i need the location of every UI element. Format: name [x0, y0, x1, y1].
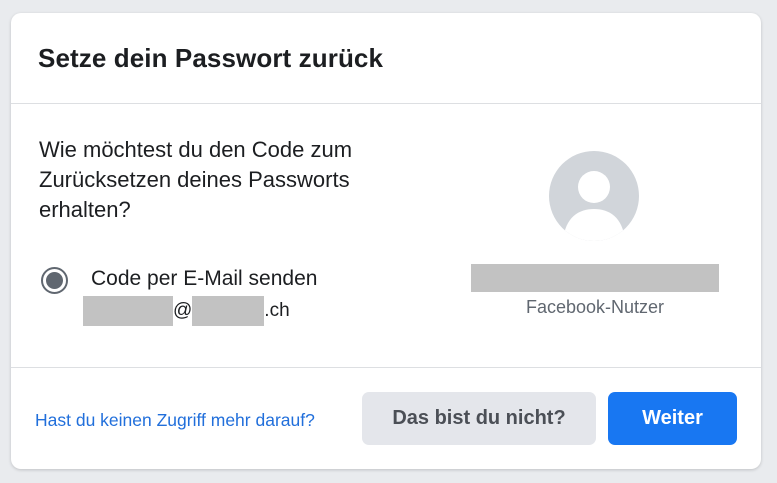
reset-password-dialog: Setze dein Passwort zurück Wie möchtest …	[11, 13, 761, 469]
email-option[interactable]: Code per E-Mail senden	[41, 265, 317, 294]
dialog-body: Wie möchtest du den Code zum Zurücksetze…	[11, 104, 761, 368]
no-access-link[interactable]: Hast du keinen Zugriff mehr darauf?	[35, 410, 315, 431]
email-redaction-local	[83, 296, 173, 326]
user-label: Facebook-Nutzer	[525, 297, 665, 317]
user-name-redaction	[471, 264, 719, 292]
email-redaction-domain	[192, 296, 265, 326]
not-you-button[interactable]: Das bist du nicht?	[362, 392, 596, 445]
dialog-footer: Hast du keinen Zugriff mehr darauf? Das …	[11, 368, 761, 469]
email-suffix: .ch	[264, 300, 290, 321]
radio-selected-dot	[46, 272, 63, 289]
continue-button[interactable]: Weiter	[608, 392, 737, 445]
masked-email: @ .ch	[83, 296, 290, 326]
email-radio-button[interactable]	[41, 267, 68, 294]
email-at-sign: @	[173, 300, 193, 321]
dialog-title: Setze dein Passwort zurück	[38, 42, 384, 73]
question-text: Wie möchtest du den Code zum Zurücksetze…	[39, 137, 353, 222]
profile-avatar-icon	[549, 151, 639, 241]
email-option-label[interactable]: Code per E-Mail senden	[91, 267, 317, 291]
dialog-header: Setze dein Passwort zurück	[11, 13, 761, 104]
